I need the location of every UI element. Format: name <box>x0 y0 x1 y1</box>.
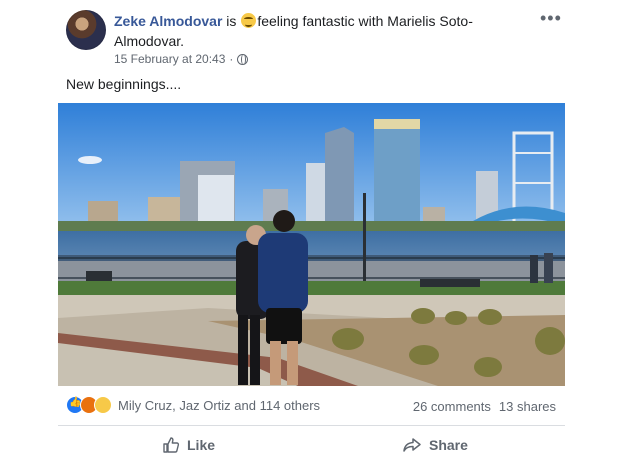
post-meta: 15 February at 20:43 · <box>114 52 249 66</box>
activity-prefix: is <box>226 13 237 29</box>
thumbs-up-icon <box>163 437 180 453</box>
author-avatar[interactable] <box>66 10 106 50</box>
shares-count-link[interactable]: 13 shares <box>499 399 556 414</box>
author-name-link[interactable]: Zeke Almodovar <box>114 13 222 29</box>
post-text: New beginnings.... <box>66 76 182 92</box>
like-label: Like <box>187 437 216 453</box>
engagement-counts: 26 comments 13 shares <box>413 399 556 414</box>
sad-reaction-icon <box>94 396 112 414</box>
comments-count-link[interactable]: 26 comments <box>413 399 491 414</box>
more-options-icon[interactable]: ••• <box>540 8 562 29</box>
post-timestamp[interactable]: 15 February at 20:43 <box>114 52 225 66</box>
share-label: Share <box>429 437 468 453</box>
facebook-post: Zeke Almodovar is feeling fantastic with… <box>0 0 624 464</box>
grinning-emoji-icon <box>241 13 257 28</box>
feeling-text: feeling fantastic with <box>257 13 384 29</box>
globe-icon[interactable] <box>237 53 249 65</box>
share-arrow-icon <box>403 438 421 452</box>
like-button[interactable]: Like <box>162 436 215 454</box>
post-header: Zeke Almodovar is feeling fantastic with… <box>114 11 534 51</box>
share-button[interactable]: Share <box>402 436 468 454</box>
action-divider <box>58 425 565 426</box>
meta-separator: · <box>229 52 234 66</box>
header-period: . <box>180 33 185 49</box>
reaction-summary[interactable]: Mily Cruz, Jaz Ortiz and 114 others <box>66 396 320 414</box>
reaction-names[interactable]: Mily Cruz, Jaz Ortiz and 114 others <box>118 398 320 413</box>
post-photo[interactable] <box>58 103 565 386</box>
